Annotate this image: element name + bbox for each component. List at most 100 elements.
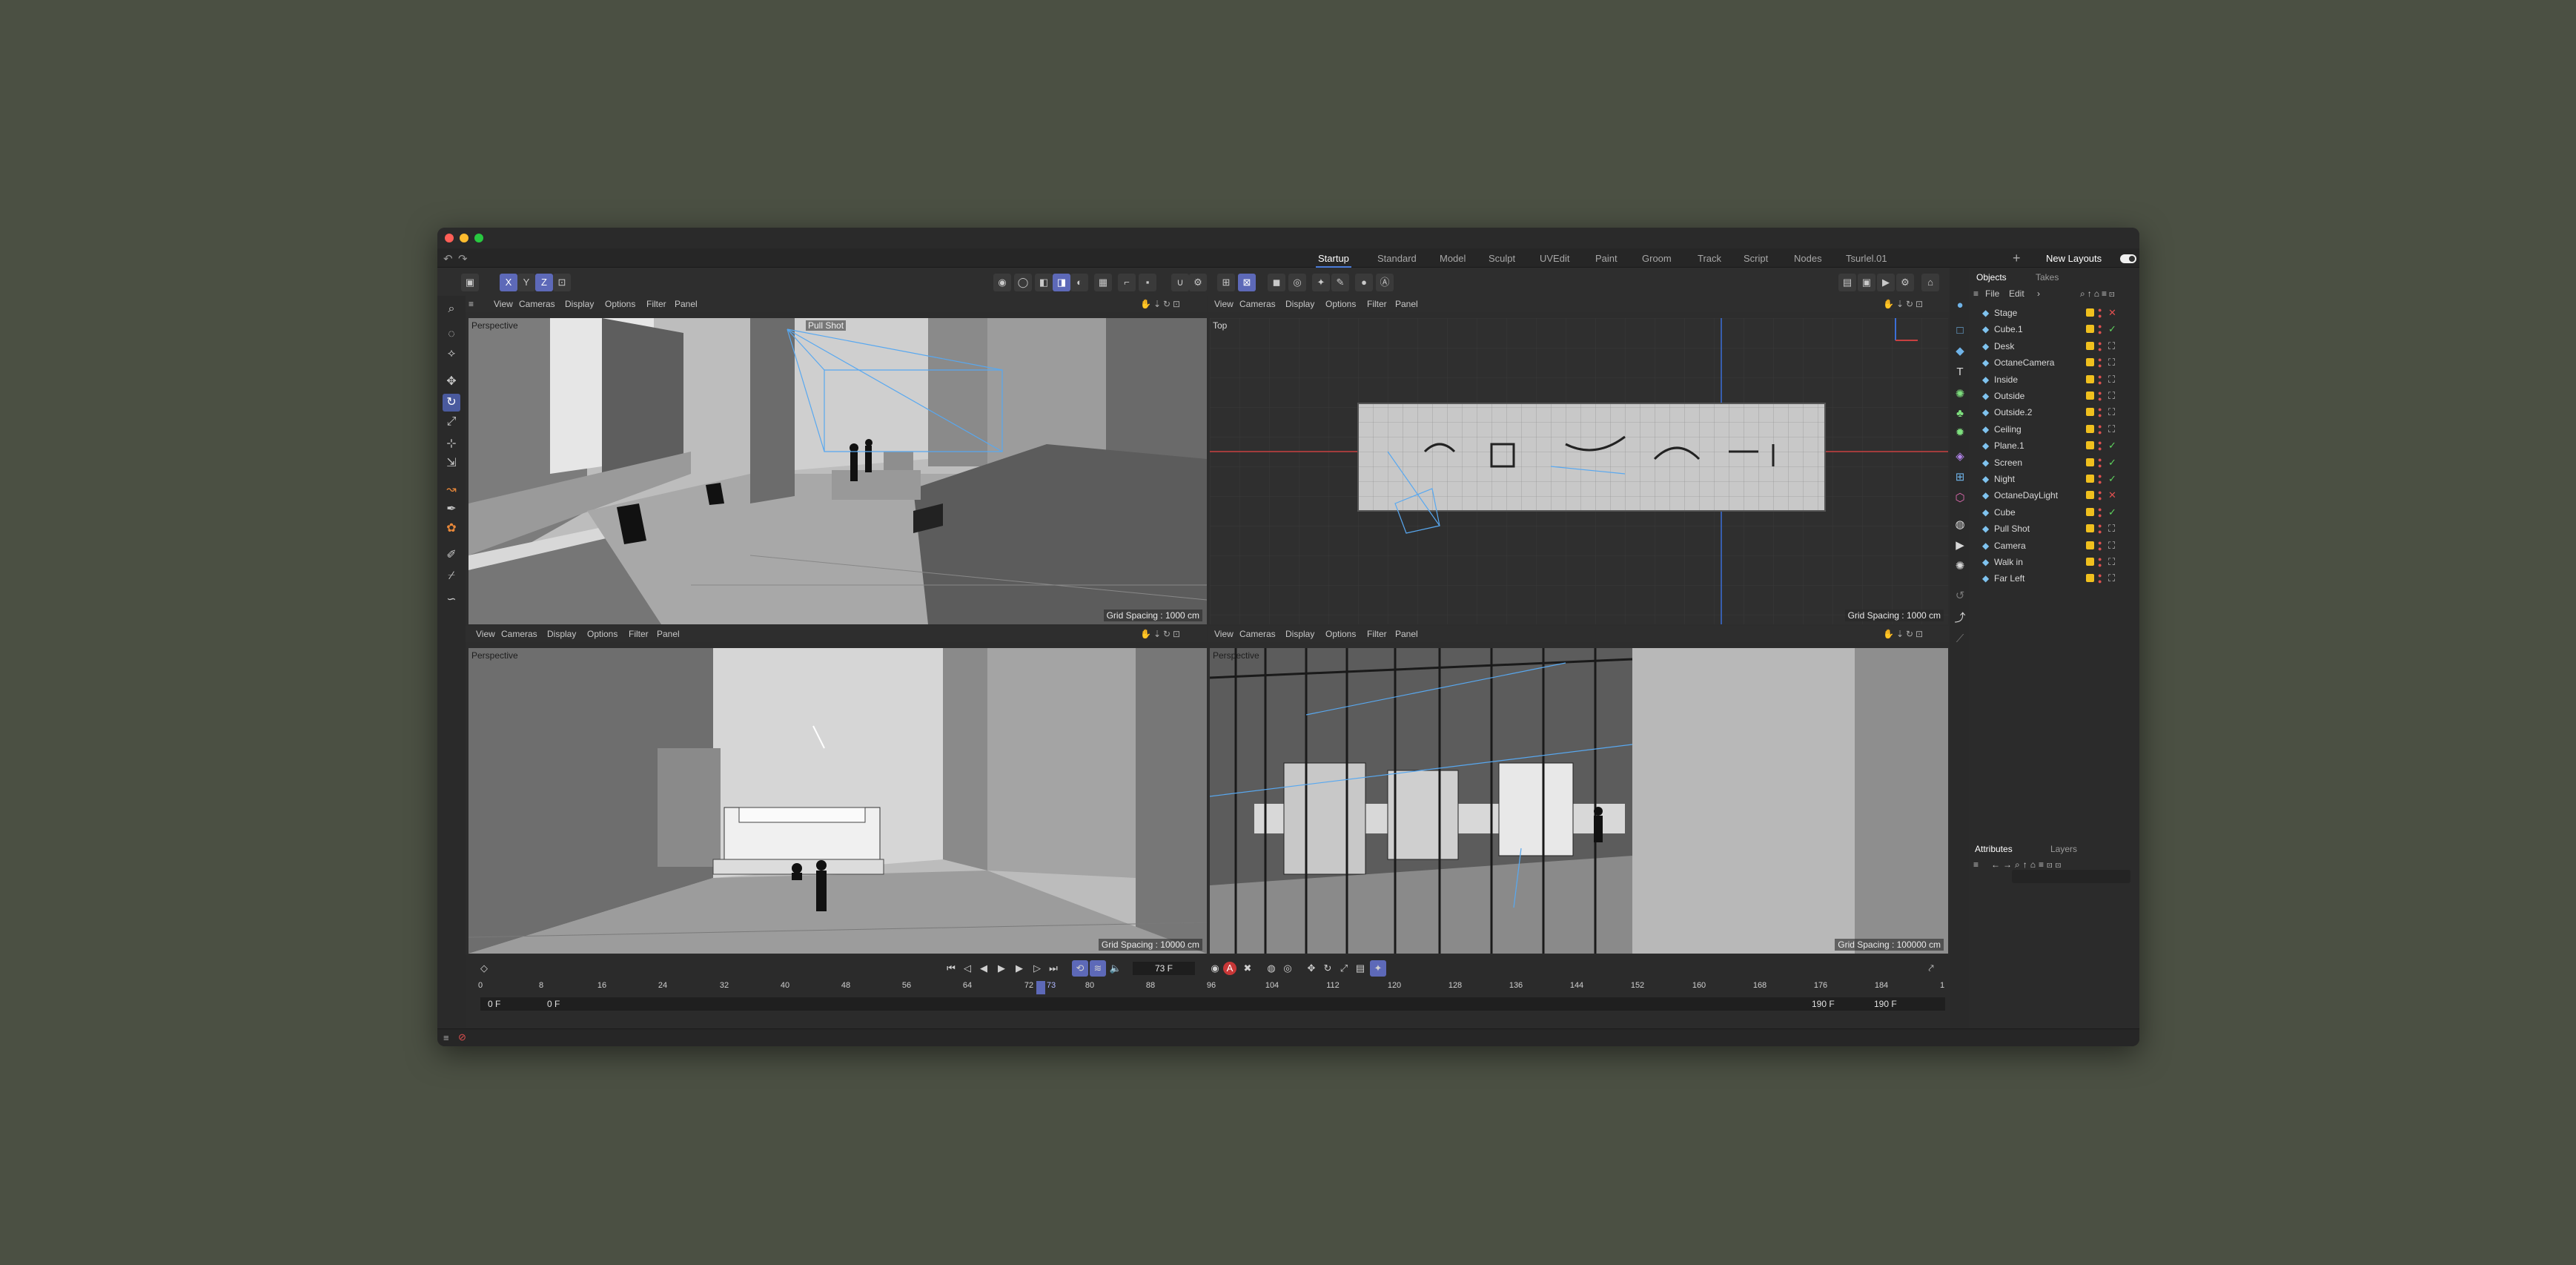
visibility-dots-icon[interactable]: ● ● bbox=[2098, 572, 2102, 585]
vp-menu-filter[interactable]: Filter bbox=[1367, 629, 1387, 639]
octane-icon[interactable]: ● bbox=[1355, 274, 1373, 291]
coordinate-system-icon[interactable]: ⊡ bbox=[553, 274, 571, 291]
go-to-start-icon[interactable]: ⏮ bbox=[943, 960, 959, 977]
vp-menu-options[interactable]: Options bbox=[1325, 299, 1356, 309]
visibility-dots-icon[interactable]: ● ● bbox=[2098, 307, 2102, 320]
vp-menu-cameras[interactable]: Cameras bbox=[1239, 299, 1276, 309]
vp-menu-cameras[interactable]: Cameras bbox=[519, 299, 555, 309]
render-view-icon[interactable]: ◎ bbox=[1288, 274, 1306, 291]
vp-menu-display[interactable]: Display bbox=[1285, 299, 1314, 309]
undo-history-icon[interactable]: ↺ bbox=[1952, 588, 1968, 604]
viewport-bottom-right[interactable]: Perspective Grid Spacing: 100000 cm bbox=[1210, 648, 1948, 954]
vp-menu-panel[interactable]: Panel bbox=[1395, 629, 1418, 639]
subdivide-icon[interactable]: ✦ bbox=[1312, 274, 1330, 291]
layer-color-swatch[interactable] bbox=[2086, 374, 2094, 383]
object-row[interactable]: ◆ Inside ● ● ⛶ bbox=[1969, 371, 2139, 388]
environment-icon[interactable]: ◍ bbox=[1952, 517, 1968, 533]
current-frame-field[interactable]: 73 F bbox=[1133, 962, 1195, 975]
search-icon[interactable]: ⌕ bbox=[443, 300, 460, 318]
layer-color-swatch[interactable] bbox=[2086, 358, 2094, 367]
vp-menu-options[interactable]: Options bbox=[587, 629, 617, 639]
object-row[interactable]: ◆ Desk ● ● ⛶ bbox=[1969, 338, 2139, 354]
key-selection-icon[interactable]: ◍ bbox=[1263, 960, 1279, 977]
enable-state-icon[interactable]: ⛶ bbox=[2108, 357, 2115, 369]
tab-objects[interactable]: Objects bbox=[1976, 272, 2007, 283]
vp-menu-filter[interactable]: Filter bbox=[646, 299, 666, 309]
polygons-mode-icon[interactable]: ◧ bbox=[1035, 274, 1053, 291]
object-row[interactable]: ◆ Camera ● ● ⛶ bbox=[1969, 538, 2139, 554]
layout-tab-script[interactable]: Script bbox=[1744, 253, 1768, 264]
sound-icon[interactable]: 🔈 bbox=[1107, 960, 1124, 977]
layout-tab-nodes[interactable]: Nodes bbox=[1794, 253, 1822, 264]
timeline-icon[interactable]: ▤ bbox=[1838, 274, 1856, 291]
viewport-top-left[interactable]: Perspective Pull Shot Grid Spacing: 100… bbox=[468, 318, 1207, 624]
vp-menu-cameras[interactable]: Cameras bbox=[1239, 629, 1276, 639]
spline-pen-icon[interactable]: ✎ bbox=[1331, 274, 1349, 291]
vp-menu-panel[interactable]: Panel bbox=[1395, 299, 1418, 309]
vp-menu-panel[interactable]: Panel bbox=[657, 629, 680, 639]
tab-layers[interactable]: Layers bbox=[2050, 844, 2077, 854]
vp-menu-options[interactable]: Options bbox=[605, 299, 635, 309]
sketch-tool-icon[interactable]: ✒ bbox=[443, 501, 460, 518]
key-position-icon[interactable]: ◎ bbox=[1279, 960, 1296, 977]
attributes-nav-icons[interactable]: ←→⌕↑⌂≡⊡⊡ bbox=[1991, 859, 2064, 871]
record-off-icon[interactable]: ◉ bbox=[1207, 960, 1223, 977]
previous-key-icon[interactable]: ◁ bbox=[959, 960, 976, 977]
model-mode-icon[interactable]: ◨ bbox=[1053, 274, 1070, 291]
close-window-button[interactable] bbox=[445, 234, 454, 242]
layer-color-swatch[interactable] bbox=[2086, 441, 2094, 450]
object-row[interactable]: ◆ OctaneDayLight ● ● ✕ bbox=[1969, 487, 2139, 503]
panel-menu-icon[interactable]: ≡ bbox=[1973, 288, 1979, 299]
play-icon[interactable]: ▶ bbox=[993, 960, 1010, 977]
layout-tab-sculpt[interactable]: Sculpt bbox=[1489, 253, 1515, 264]
object-row[interactable]: ◆ Ceiling ● ● ⛶ bbox=[1969, 421, 2139, 437]
layout-tab-model[interactable]: Model bbox=[1440, 253, 1466, 264]
render-picture-viewer-icon[interactable]: ▣ bbox=[1858, 274, 1875, 291]
sphere-icon[interactable]: ● bbox=[1952, 297, 1968, 314]
redo-icon[interactable]: ↷ bbox=[458, 252, 468, 265]
error-status-icon[interactable]: ⊘ bbox=[458, 1031, 466, 1043]
vp-menu-options[interactable]: Options bbox=[1325, 629, 1356, 639]
spline-rect-icon[interactable]: □ bbox=[1952, 323, 1968, 339]
visibility-dots-icon[interactable]: ● ● bbox=[2098, 556, 2102, 569]
layout-tab-standard[interactable]: Standard bbox=[1377, 253, 1417, 264]
object-row[interactable]: ◆ Screen ● ● ✓ bbox=[1969, 455, 2139, 471]
layout-tab-track[interactable]: Track bbox=[1698, 253, 1721, 264]
select-tool-icon[interactable]: ⟡ bbox=[443, 345, 460, 363]
transform-tool-icon[interactable]: ⊹ bbox=[443, 435, 460, 453]
viewport-nav-icons[interactable]: ✋⇣↻⊡ bbox=[1140, 299, 1182, 309]
spline-pen-tool-icon[interactable]: ↝ bbox=[443, 481, 460, 499]
object-row[interactable]: ◆ Cube ● ● ✓ bbox=[1969, 504, 2139, 521]
tab-attributes[interactable]: Attributes bbox=[1975, 844, 2013, 854]
enable-state-icon[interactable]: ✓ bbox=[2108, 323, 2116, 335]
tab-takes[interactable]: Takes bbox=[2036, 272, 2059, 283]
visibility-dots-icon[interactable]: ● ● bbox=[2098, 539, 2102, 552]
key-rotate-icon[interactable]: ↻ bbox=[1320, 960, 1336, 977]
axis-z-button[interactable]: Z bbox=[535, 274, 553, 291]
object-row[interactable]: ◆ OctaneCamera ● ● ⛶ bbox=[1969, 354, 2139, 371]
enable-state-icon[interactable]: ✕ bbox=[2108, 489, 2116, 501]
layer-color-swatch[interactable] bbox=[2086, 424, 2094, 433]
layer-color-swatch[interactable] bbox=[2086, 541, 2094, 549]
playback-rate-icon[interactable]: ≋ bbox=[1090, 960, 1106, 977]
mograph-icon[interactable]: ✹ bbox=[1952, 425, 1968, 441]
enable-state-icon[interactable]: ⛶ bbox=[2108, 390, 2115, 402]
layout-tab-startup[interactable]: Startup bbox=[1318, 253, 1349, 264]
live-selection-icon[interactable]: ◌ bbox=[443, 326, 460, 343]
viewport-nav-icons[interactable]: ✋⇣↻⊡ bbox=[1883, 629, 1925, 639]
vp-menu-panel[interactable]: Panel bbox=[675, 299, 698, 309]
clapper-icon[interactable]: ▣ bbox=[461, 274, 479, 291]
end-frame-field[interactable]: 190 F bbox=[1874, 999, 1897, 1009]
viewport-nav-icons[interactable]: ✋⇣↻⊡ bbox=[1883, 299, 1925, 309]
previous-frame-icon[interactable]: ◀ bbox=[976, 960, 992, 977]
object-row[interactable]: ◆ Walk in ● ● ⛶ bbox=[1969, 554, 2139, 570]
object-row[interactable]: ◆ Night ● ● ✓ bbox=[1969, 471, 2139, 487]
preview-range-bar[interactable] bbox=[480, 997, 1945, 1011]
new-layouts-button[interactable]: New Layouts bbox=[2046, 253, 2102, 264]
visibility-dots-icon[interactable]: ● ● bbox=[2098, 423, 2102, 435]
move-tool-icon[interactable]: ✥ bbox=[443, 373, 460, 391]
timeline-expand-icon[interactable]: ⤤ bbox=[1923, 960, 1939, 977]
enable-state-icon[interactable]: ✓ bbox=[2108, 473, 2116, 485]
playhead[interactable] bbox=[1036, 981, 1045, 994]
uv-mode-icon[interactable]: ◐ bbox=[1070, 274, 1088, 291]
